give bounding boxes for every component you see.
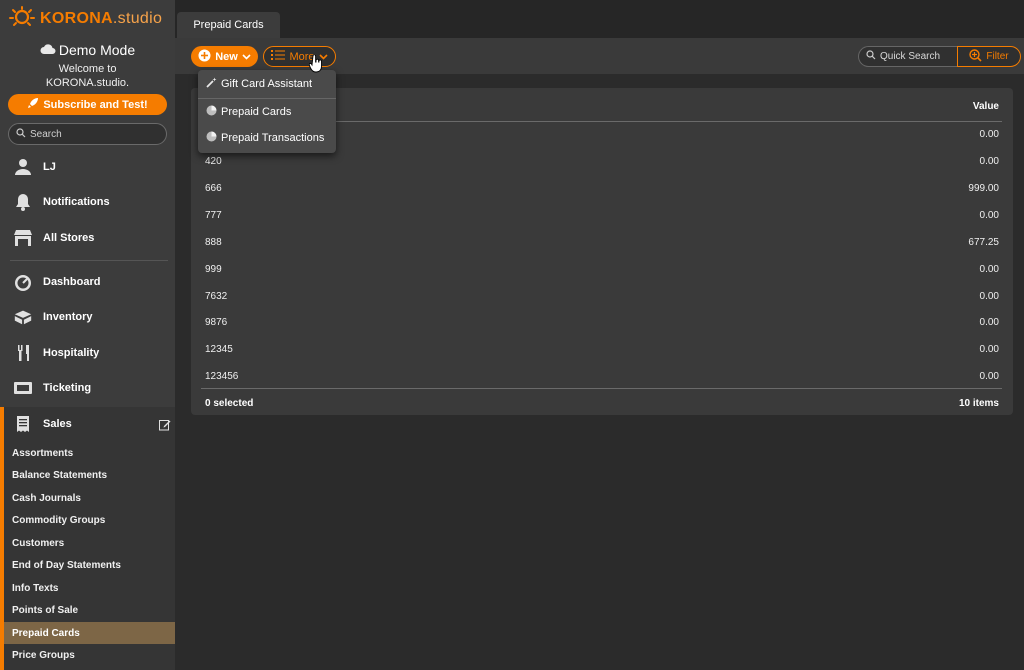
sidebar-item-user[interactable]: LJ bbox=[0, 151, 175, 183]
quick-search-input[interactable]: Quick Search bbox=[858, 46, 958, 67]
plus-circle-icon bbox=[198, 49, 211, 65]
sidebar-subitem-commodity-groups[interactable]: Commodity Groups bbox=[4, 509, 175, 531]
inventory-icon bbox=[13, 307, 33, 327]
table-row[interactable]: 777 0.00 bbox=[201, 203, 1002, 230]
table-row[interactable]: 420 0.00 bbox=[201, 149, 1002, 176]
items-count: 10 items bbox=[958, 398, 999, 409]
ticket-icon bbox=[13, 378, 33, 398]
welcome-text-line1: Welcome to bbox=[58, 63, 117, 75]
zoom-plus-icon bbox=[969, 48, 982, 65]
menu-item-prepaid-cards[interactable]: Prepaid Cards bbox=[198, 99, 336, 125]
korona-logo[interactable]: KORONA.studio bbox=[9, 5, 163, 33]
sidebar-subitem-price-groups[interactable]: Price Groups bbox=[4, 644, 175, 666]
edit-icon[interactable] bbox=[159, 418, 171, 436]
sidebar-subitem-balance-statements[interactable]: Balance Statements bbox=[4, 464, 175, 486]
table-row[interactable]: 7632 0.00 bbox=[201, 284, 1002, 311]
table-footer-divider bbox=[201, 388, 1002, 389]
sidebar-subitem-prepaid-cards[interactable]: Prepaid Cards bbox=[4, 622, 175, 644]
menu-item-prepaid-transactions[interactable]: Prepaid Transactions bbox=[198, 125, 336, 151]
table-row[interactable]: 123456 0.00 bbox=[201, 364, 1002, 391]
tab-strip bbox=[175, 0, 1024, 38]
pie-chart-icon bbox=[206, 131, 217, 145]
list-icon bbox=[271, 49, 286, 64]
chevron-down-icon bbox=[242, 51, 251, 63]
sidebar-subitem-points-of-sale[interactable]: Points of Sale bbox=[4, 599, 175, 621]
selected-count: 0 selected bbox=[205, 398, 254, 409]
sidebar-subitem-cash-journals[interactable]: Cash Journals bbox=[4, 487, 175, 509]
sidebar-item-ticketing[interactable]: Ticketing bbox=[0, 372, 175, 404]
table-row[interactable]: 9876 0.00 bbox=[201, 310, 1002, 337]
sidebar-divider bbox=[10, 260, 168, 261]
hand-cursor-icon bbox=[308, 54, 323, 78]
user-icon bbox=[13, 157, 33, 177]
welcome-text-line2: KORONA.studio. bbox=[45, 77, 130, 89]
sidebar-item-all-stores[interactable]: All Stores bbox=[0, 222, 175, 254]
sidebar-subitem-info-texts[interactable]: Info Texts bbox=[4, 577, 175, 599]
cloud-icon bbox=[40, 42, 56, 58]
more-dropdown-menu: Gift Card Assistant Prepaid Cards Prepai… bbox=[198, 70, 336, 153]
sidebar-item-inventory[interactable]: Inventory bbox=[0, 301, 175, 333]
new-button[interactable]: New bbox=[191, 46, 258, 67]
column-header-value[interactable]: Value bbox=[900, 101, 999, 112]
store-icon bbox=[13, 228, 33, 248]
bell-icon bbox=[13, 192, 33, 212]
table-row[interactable]: 888 677.25 bbox=[201, 230, 1002, 257]
magic-wand-icon bbox=[206, 77, 217, 91]
sun-logo-icon bbox=[9, 5, 35, 33]
rocket-icon bbox=[27, 97, 39, 112]
utensils-icon bbox=[13, 343, 33, 363]
tab-prepaid-cards[interactable]: Prepaid Cards bbox=[177, 12, 280, 38]
sidebar-subitem-assortments[interactable]: Assortments bbox=[4, 442, 175, 464]
subscribe-button[interactable]: Subscribe and Test! bbox=[8, 94, 167, 115]
search-icon bbox=[16, 127, 26, 141]
demo-mode-block: Demo Mode Welcome to KORONA.studio. bbox=[0, 42, 175, 90]
more-button[interactable]: More bbox=[263, 46, 336, 67]
sidebar-search-input[interactable]: Search bbox=[8, 123, 167, 145]
filter-button[interactable]: Filter bbox=[957, 46, 1021, 67]
gauge-icon bbox=[13, 272, 33, 292]
sidebar-item-notifications[interactable]: Notifications bbox=[0, 186, 175, 218]
sidebar-subitem-customers[interactable]: Customers bbox=[4, 532, 175, 554]
table-row[interactable]: 999 0.00 bbox=[201, 257, 1002, 284]
sidebar-subitem-end-of-day-statements[interactable]: End of Day Statements bbox=[4, 554, 175, 576]
pie-chart-icon bbox=[206, 105, 217, 119]
sidebar-item-sales[interactable]: Sales bbox=[0, 409, 175, 439]
table-row[interactable]: 666 999.00 bbox=[201, 176, 1002, 203]
receipt-icon bbox=[13, 414, 33, 434]
table-row[interactable]: 12345 0.00 bbox=[201, 337, 1002, 364]
sidebar-item-hospitality[interactable]: Hospitality bbox=[0, 337, 175, 369]
demo-mode-title: Demo Mode bbox=[58, 42, 136, 58]
sidebar-item-dashboard[interactable]: Dashboard bbox=[0, 266, 175, 298]
search-icon bbox=[866, 50, 876, 63]
brand-name: KORONA.studio bbox=[40, 10, 163, 27]
